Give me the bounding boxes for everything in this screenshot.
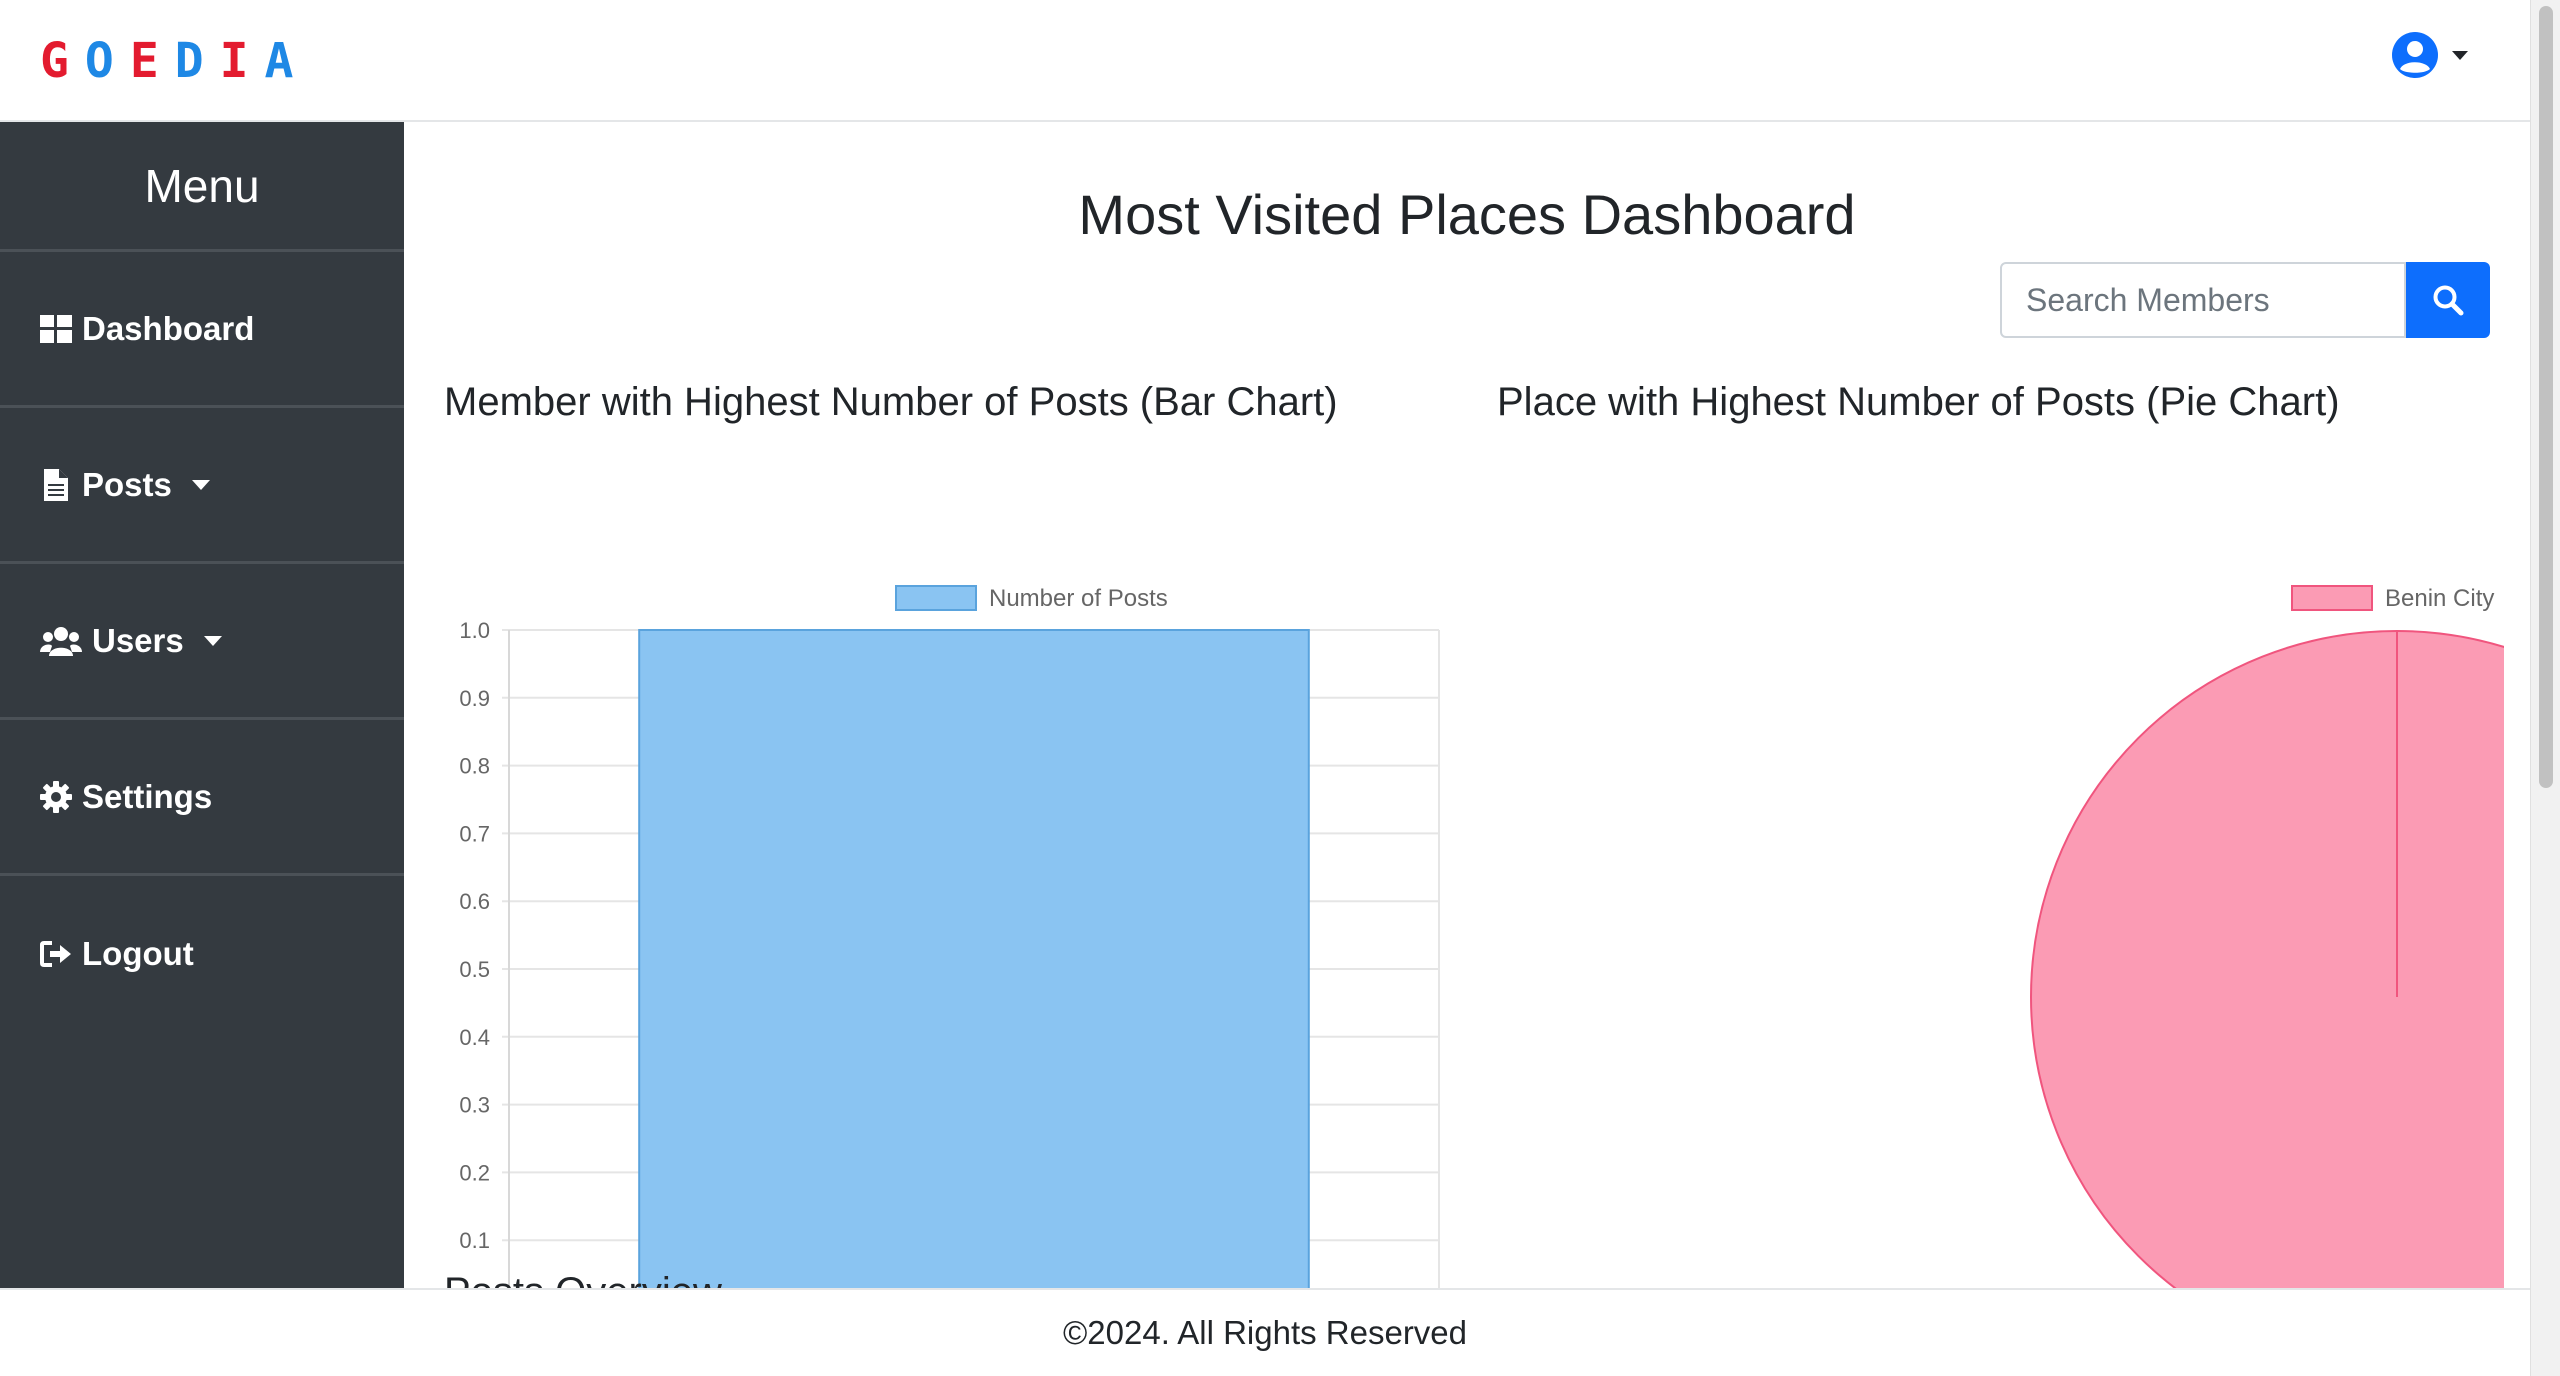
logo-letter: I — [219, 33, 259, 89]
sidebar-item-users[interactable]: Users — [0, 564, 404, 720]
caret-down-icon — [2452, 50, 2468, 60]
grid-icon — [40, 313, 72, 345]
footer: ©2024. All Rights Reserved — [0, 1288, 2530, 1376]
pie-chart-title: Place with Highest Number of Posts (Pie … — [1497, 380, 2340, 424]
sidebar: Menu Dashboard Posts Users Settings Logo… — [0, 122, 404, 1288]
bar — [638, 629, 1310, 1288]
bar-chart-title: Member with Highest Number of Posts (Bar… — [444, 380, 1338, 424]
search-icon — [2433, 285, 2464, 316]
sidebar-item-dashboard[interactable]: Dashboard — [0, 252, 404, 408]
users-icon — [40, 625, 82, 657]
pie-chart: Benin City — [2030, 585, 2504, 1288]
brand-logo[interactable]: GOEDIA — [40, 33, 304, 89]
logo-letter: A — [264, 33, 304, 89]
legend-swatch — [895, 585, 977, 611]
search-button[interactable] — [2406, 262, 2490, 338]
y-tick-label: 0.8 — [459, 754, 490, 779]
sidebar-item-posts[interactable]: Posts — [0, 408, 404, 564]
y-tick-label: 1.0 — [459, 618, 490, 643]
sidebar-item-label: Logout — [82, 935, 194, 972]
main-content: Most Visited Places Dashboard Member wit… — [404, 122, 2530, 1288]
bar-chart: Number of Posts 1.0 0.9 0.8 0.7 0.6 0.5 0.4 0.3 0… — [459, 585, 1440, 1288]
copyright-text: ©2024. All Rights Reserved — [1062, 1314, 1468, 1351]
logo-letter: O — [84, 33, 124, 89]
sidebar-item-label: Users — [92, 621, 184, 659]
caret-down-icon — [191, 479, 210, 490]
y-tick-label: 0.4 — [459, 1025, 490, 1050]
y-tick-label: 0.3 — [459, 1093, 490, 1118]
logo-letter: E — [129, 33, 169, 89]
sidebar-item-label: Posts — [82, 465, 172, 503]
legend-swatch — [2291, 585, 2373, 611]
legend-label: Number of Posts — [989, 585, 1168, 612]
page-scrollbar[interactable] — [2530, 0, 2560, 1376]
posts-overview-heading: Posts Overview — [444, 1270, 722, 1288]
file-icon — [40, 468, 72, 501]
user-circle-icon — [2392, 32, 2438, 78]
sign-out-icon — [40, 938, 72, 970]
caret-down-icon — [203, 635, 222, 646]
logo-letter: G — [40, 33, 79, 89]
user-menu-toggle[interactable] — [2390, 30, 2468, 80]
page-title: Most Visited Places Dashboard — [1078, 183, 1856, 246]
sidebar-item-label: Settings — [82, 777, 213, 815]
y-tick-label: 0.9 — [459, 686, 490, 711]
sidebar-item-label: Dashboard — [82, 309, 255, 347]
gear-icon — [40, 780, 72, 813]
y-tick-label: 0.1 — [459, 1228, 490, 1253]
top-navbar: GOEDIA — [0, 0, 2530, 122]
pie-slice — [2030, 630, 2504, 1288]
y-tick-label: 0.5 — [459, 957, 490, 982]
y-tick-label: 0.7 — [459, 821, 490, 846]
y-tick-label: 0.2 — [459, 1160, 490, 1185]
y-tick-label: 0.6 — [459, 889, 490, 914]
sidebar-item-logout[interactable]: Logout — [0, 876, 404, 1032]
sidebar-item-settings[interactable]: Settings — [0, 720, 404, 876]
legend-label: Benin City — [2385, 585, 2494, 612]
search-members-input[interactable] — [2000, 262, 2406, 338]
sidebar-title: Menu — [0, 122, 404, 252]
scrollbar-thumb[interactable] — [2539, 6, 2553, 788]
logo-letter: D — [174, 33, 214, 89]
